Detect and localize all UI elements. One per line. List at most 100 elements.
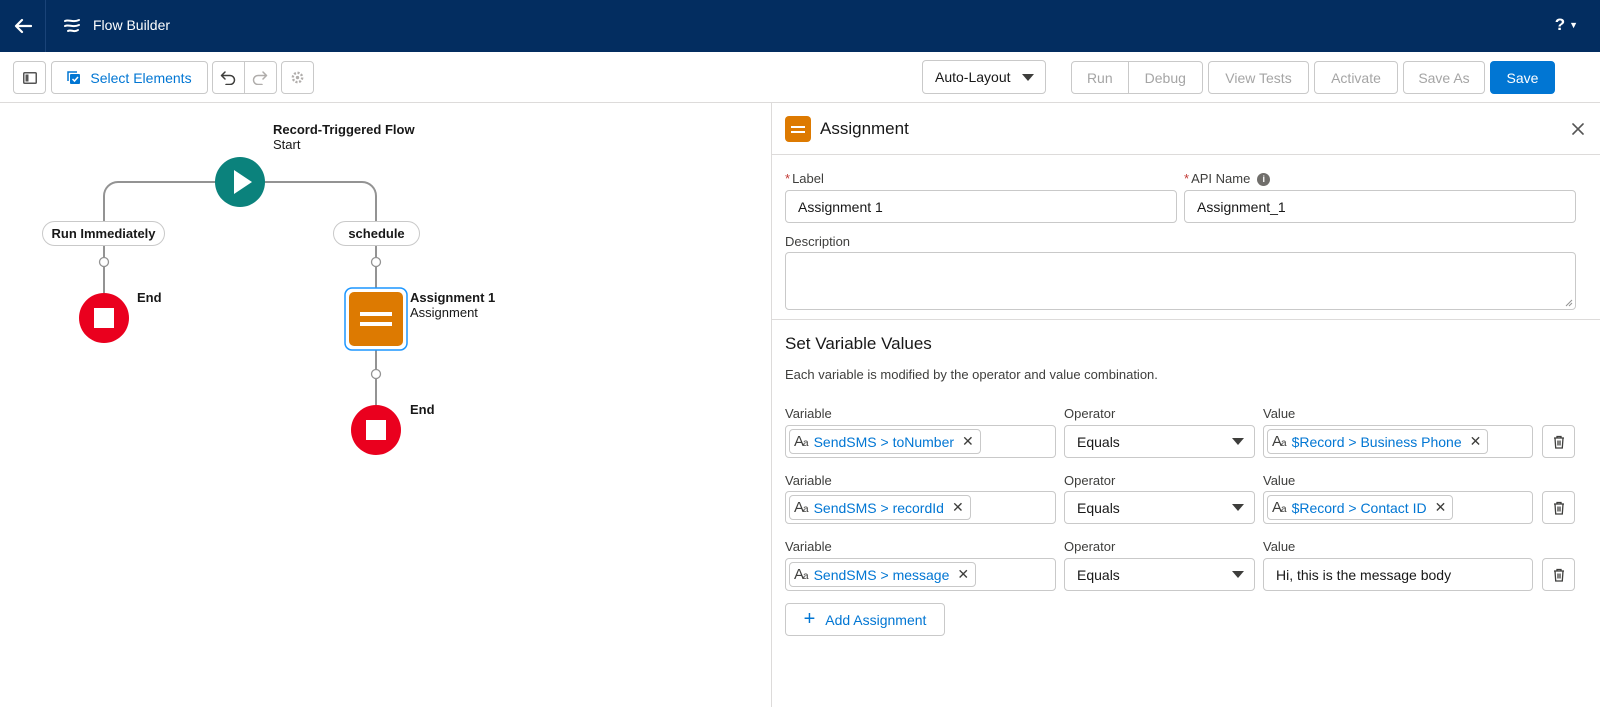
assignment-node-title: Assignment 1	[410, 290, 496, 305]
remove-icon[interactable]: ✕	[1435, 499, 1447, 516]
debug-button[interactable]: Debug	[1129, 62, 1202, 93]
trash-icon	[1553, 501, 1564, 515]
stop-icon	[94, 308, 114, 328]
layout-mode-value: Auto-Layout	[935, 69, 1011, 85]
run-debug-group: Run Debug	[1071, 61, 1203, 94]
add-assignment-button[interactable]: + Add Assignment	[785, 603, 945, 636]
api-name-field-label: * API Name i	[1184, 171, 1271, 186]
connector-node[interactable]	[98, 256, 110, 268]
chevron-down-icon	[1232, 571, 1244, 578]
variable-column-label: Variable	[785, 539, 832, 554]
panel-header: Assignment	[772, 103, 1600, 155]
operator-column-label: Operator	[1064, 473, 1116, 488]
operator-select[interactable]: Equals	[1064, 491, 1255, 524]
description-textarea[interactable]	[785, 252, 1576, 310]
layout-mode-select[interactable]: Auto-Layout	[922, 60, 1046, 94]
delete-row-button[interactable]	[1542, 425, 1575, 458]
assignment-node-subtitle: Assignment	[410, 305, 478, 320]
label-field-label: * Label	[785, 171, 824, 186]
back-button[interactable]	[0, 0, 46, 52]
start-node[interactable]	[215, 157, 265, 207]
end-node-left[interactable]	[79, 293, 129, 343]
gear-icon	[291, 71, 304, 84]
value-combobox[interactable]: Aa $Record > Contact ID ✕	[1263, 491, 1533, 524]
add-assignment-label: Add Assignment	[825, 611, 927, 628]
app-header: Flow Builder ? ▼	[0, 0, 1600, 52]
chevron-down-icon: ▼	[1569, 20, 1578, 30]
remove-icon[interactable]: ✕	[952, 499, 964, 516]
redo-button[interactable]	[245, 62, 276, 93]
chevron-down-icon	[1232, 438, 1244, 445]
undo-redo-group	[212, 61, 277, 94]
remove-icon[interactable]: ✕	[957, 566, 969, 583]
resource-pill[interactable]: Aa SendSMS > recordId ✕	[789, 495, 971, 520]
variable-combobox[interactable]: Aa SendSMS > recordId ✕	[785, 491, 1056, 524]
text-type-icon: Aa	[794, 566, 808, 583]
value-column-label: Value	[1263, 473, 1296, 488]
connector-node[interactable]	[370, 368, 382, 380]
variable-value: SendSMS > toNumber	[813, 433, 955, 450]
variable-column-label: Variable	[785, 473, 832, 488]
activate-button[interactable]: Activate	[1314, 61, 1398, 94]
value-column-label: Value	[1263, 539, 1296, 554]
branch-schedule[interactable]: schedule	[333, 221, 420, 246]
text-type-icon: Aa	[1272, 433, 1286, 450]
resource-pill[interactable]: Aa SendSMS > message ✕	[789, 562, 977, 587]
toggle-toolbox-button[interactable]	[13, 61, 46, 94]
operator-column-label: Operator	[1064, 539, 1116, 554]
branch-run-immediately[interactable]: Run Immediately	[42, 221, 165, 246]
resource-pill[interactable]: Aa $Record > Business Phone ✕	[1267, 429, 1489, 454]
required-asterisk: *	[1184, 171, 1190, 186]
remove-icon[interactable]: ✕	[962, 433, 974, 450]
operator-value: Equals	[1077, 499, 1120, 516]
description-label: Description	[785, 234, 851, 249]
variable-value: SendSMS > message	[813, 566, 950, 583]
end-node-right[interactable]	[351, 405, 401, 455]
start-node-subtitle: Start	[273, 137, 301, 152]
text-type-icon: Aa	[1272, 499, 1286, 516]
resize-grip-icon[interactable]	[1565, 299, 1573, 307]
variable-combobox[interactable]: Aa SendSMS > toNumber ✕	[785, 425, 1056, 458]
api-name-input[interactable]: Assignment_1	[1184, 190, 1576, 223]
end-node-right-label: End	[410, 402, 435, 417]
end-node-left-label: End	[137, 290, 162, 305]
stop-icon	[366, 420, 386, 440]
label-input[interactable]: Assignment 1	[785, 190, 1177, 223]
info-icon[interactable]: i	[1257, 172, 1271, 186]
flow-connectors	[79, 157, 408, 455]
remove-icon[interactable]: ✕	[1470, 433, 1482, 450]
resource-pill[interactable]: Aa $Record > Contact ID ✕	[1267, 495, 1454, 520]
plus-icon: +	[803, 607, 816, 630]
help-menu-button[interactable]: ? ▼	[1555, 15, 1578, 35]
variable-column-label: Variable	[785, 406, 832, 421]
operator-select[interactable]: Equals	[1064, 425, 1255, 458]
variable-combobox[interactable]: Aa SendSMS > message ✕	[785, 558, 1056, 591]
undo-button[interactable]	[213, 62, 245, 93]
connector-node[interactable]	[370, 256, 382, 268]
view-tests-button[interactable]: View Tests	[1208, 61, 1309, 94]
section-title: Set Variable Values	[785, 334, 932, 353]
assignment-node[interactable]	[344, 287, 408, 351]
start-node-label: Record-Triggered Flow Start	[273, 122, 415, 152]
run-button[interactable]: Run	[1072, 62, 1129, 93]
delete-row-button[interactable]	[1542, 558, 1575, 591]
variable-value: SendSMS > recordId	[813, 499, 944, 516]
properties-panel: Assignment * Label Assignment 1 * API Name…	[771, 103, 1600, 707]
panel-title: Assignment	[820, 119, 909, 138]
value-input[interactable]: Hi, this is the message body	[1263, 558, 1533, 591]
assignment-icon	[785, 116, 811, 142]
close-icon[interactable]	[1565, 116, 1591, 142]
resource-pill[interactable]: Aa SendSMS > toNumber ✕	[789, 429, 981, 454]
delete-row-button[interactable]	[1542, 491, 1575, 524]
flow-settings-button[interactable]	[281, 61, 314, 94]
value-combobox[interactable]: Aa $Record > Business Phone ✕	[1263, 425, 1533, 458]
value-value: $Record > Contact ID	[1291, 499, 1427, 516]
operator-value: Equals	[1077, 433, 1120, 450]
assignment-node-label: Assignment 1 Assignment	[410, 290, 495, 320]
save-button[interactable]: Save	[1490, 61, 1555, 94]
save-as-button[interactable]: Save As	[1403, 61, 1485, 94]
operator-select[interactable]: Equals	[1064, 558, 1255, 591]
flow-canvas[interactable]: Record-Triggered Flow Start Run Immediat…	[0, 103, 771, 707]
select-elements-button[interactable]: Select Elements	[51, 61, 208, 94]
equals-icon	[360, 312, 392, 316]
